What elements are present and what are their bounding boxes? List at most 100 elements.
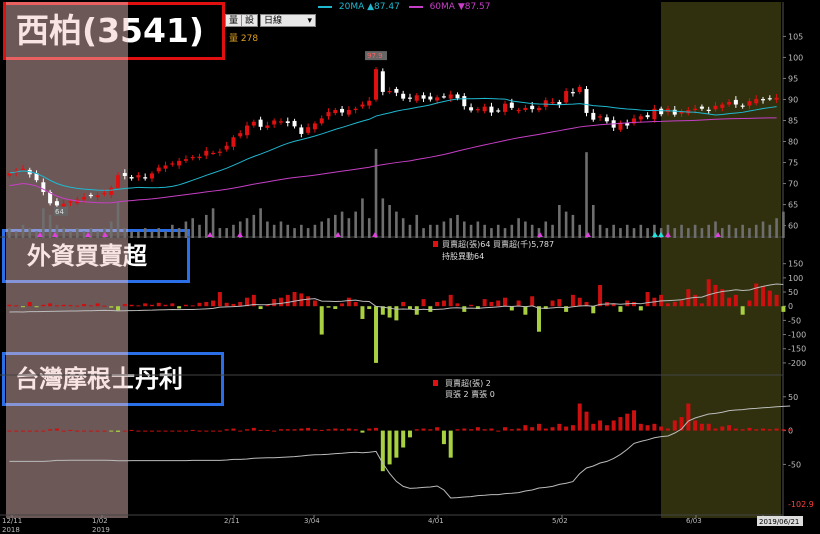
candle-body [251, 121, 256, 126]
foreign-net-bar [333, 306, 338, 310]
foreign-net-bar [598, 284, 603, 307]
price-tick-label: 85 [788, 116, 798, 125]
candle-body [54, 201, 59, 206]
foreign-net-bar [102, 305, 107, 307]
morgan-net-bar [299, 428, 304, 431]
morgan-net-bar [781, 429, 786, 431]
candle-body [238, 133, 243, 137]
volume-bar [449, 218, 453, 238]
morgan-net-bar [503, 427, 508, 431]
volume-bar [632, 228, 636, 238]
foreign-net-bar [570, 294, 575, 307]
x-tick-label: 5/02 [552, 517, 568, 525]
candle-body [577, 86, 582, 93]
candle-body [740, 105, 745, 107]
morgan-net-bar [306, 427, 311, 431]
candle-body [190, 157, 195, 159]
foreign-tick-label: 0 [788, 302, 793, 311]
morgan-net-bar [353, 429, 358, 431]
morgan-net-bar [224, 429, 229, 431]
candle-body [489, 106, 494, 113]
foreign-net-bar [394, 306, 399, 321]
foreign-net-bar [20, 306, 25, 308]
morgan-net-bar [536, 423, 541, 431]
morgan-net-bar [75, 430, 80, 432]
foreign-net-bar [699, 303, 704, 307]
foreign-net-bar [272, 299, 277, 307]
foreign-net-bar [360, 306, 365, 319]
foreign-net-bar [523, 306, 528, 315]
volume-bar [191, 218, 195, 238]
candle-body [116, 175, 121, 188]
foreign-legend-line2: 持股異動64 [442, 251, 484, 261]
morgan-net-bar [448, 430, 453, 458]
morgan-net-bar [197, 430, 202, 432]
foreign-net-bar [231, 303, 236, 307]
foreign-tick-label: -200 [788, 359, 806, 368]
candle-body [245, 125, 250, 136]
foreign-net-bar [197, 302, 202, 307]
candle-body [340, 108, 345, 113]
morgan-net-bar [611, 420, 616, 431]
morgan-net-bar [672, 420, 677, 431]
volume-bar [361, 198, 364, 238]
morgan-net-bar [20, 430, 25, 432]
foreign-net-bar [557, 299, 562, 307]
x-tick-year-label: 2019 [92, 526, 110, 534]
volume-bar [734, 228, 738, 238]
morgan-net-bar [340, 429, 345, 431]
morgan-net-bar [598, 420, 603, 431]
morgan-net-bar [68, 429, 73, 431]
candle-body [475, 109, 480, 111]
foreign-net-bar [761, 286, 766, 307]
volume-bar [374, 148, 378, 238]
foreign-net-bar [129, 304, 134, 307]
morgan-net-bar [421, 428, 426, 431]
candle-body [346, 109, 351, 115]
morgan-net-bar [170, 430, 175, 432]
volume-bar [14, 231, 18, 238]
morgan-net-bar [516, 428, 521, 431]
candle-body [170, 163, 175, 165]
morgan-net-bar [129, 429, 134, 431]
max-price-label: 97.9 [367, 52, 383, 60]
candle-body [706, 109, 711, 111]
volume-bar [673, 228, 677, 238]
morgan-net-bar [788, 429, 793, 431]
candle-body [503, 103, 508, 112]
volume-bar [245, 218, 249, 238]
candle-body [747, 101, 752, 106]
foreign-net-bar [170, 303, 175, 307]
candle-body [550, 101, 555, 104]
foreign-net-bar [767, 290, 772, 307]
morgan-net-bar [645, 425, 650, 431]
foreign-net-bar [577, 297, 582, 307]
foreign-net-bar [374, 306, 379, 363]
candle-body [292, 120, 297, 127]
morgan-net-bar [95, 430, 100, 432]
foreign-net-bar [204, 301, 209, 307]
morgan-net-bar [550, 427, 555, 431]
foreign-net-bar [489, 301, 494, 307]
candle-body [217, 151, 222, 153]
price-tick-label: 95 [788, 74, 798, 83]
volume-bar [340, 211, 344, 238]
morgan-net-bar [407, 430, 412, 438]
foreign-net-bar [632, 301, 637, 307]
foreign-net-bar [326, 306, 331, 308]
morgan-net-bar [523, 425, 528, 431]
foreign-net-bar [292, 292, 297, 307]
foreign-net-bar [258, 306, 263, 310]
volume-bar [320, 221, 324, 238]
candle-body [455, 94, 460, 99]
morgan-min-label: -102.9 [788, 500, 814, 509]
morgan-net-bar [591, 423, 596, 431]
candle-body [638, 116, 643, 120]
price-tick-label: 70 [788, 180, 798, 189]
morgan-net-bar [149, 430, 154, 432]
volume-bar [456, 214, 459, 238]
volume-bar [564, 211, 568, 238]
morgan-net-bar [319, 429, 324, 431]
morgan-net-bar [54, 428, 59, 431]
volume-bar [469, 224, 473, 238]
